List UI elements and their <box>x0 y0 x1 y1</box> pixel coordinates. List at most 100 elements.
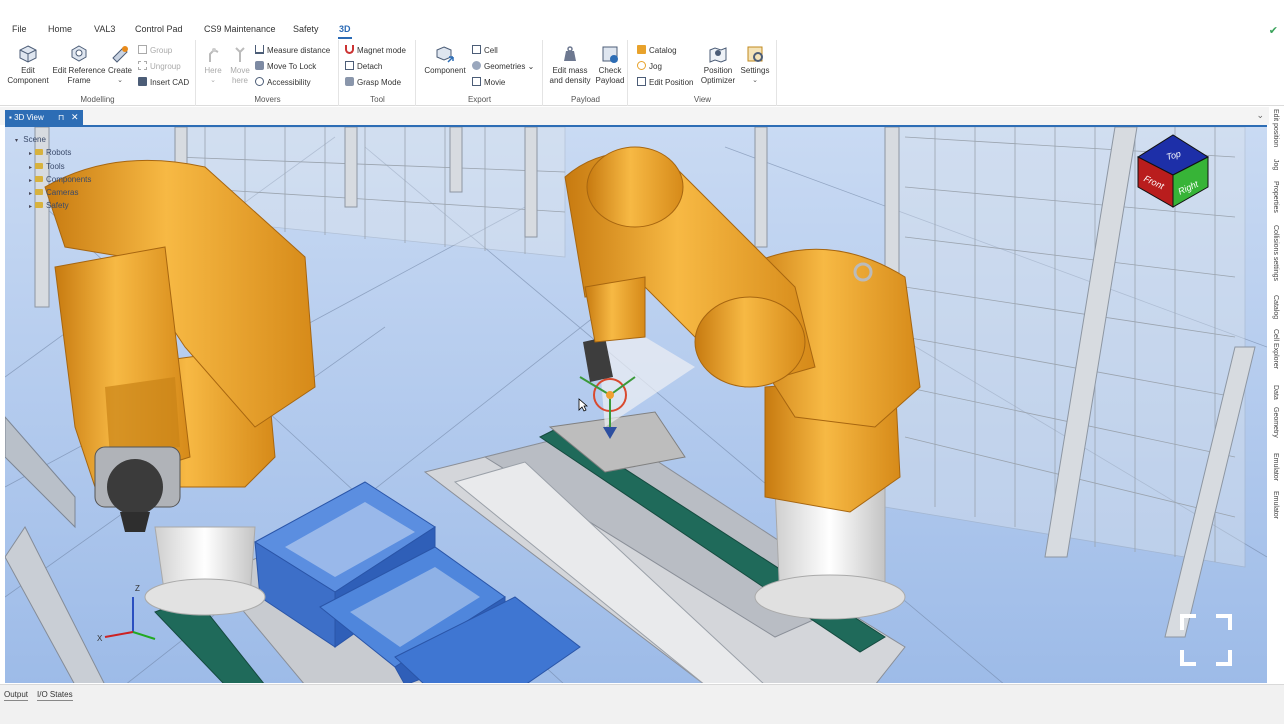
tab-3d-view-label: 3D View <box>14 113 44 122</box>
export-movie-button[interactable]: Movie <box>472 77 505 89</box>
3d-viewport[interactable]: Z X Top Front Right ▾ Scene ▸ Robots ▸ Too… <box>5 125 1267 683</box>
menu-tab-control-pad[interactable]: Control Pad <box>135 24 183 34</box>
menu-tab-3d[interactable]: 3D <box>338 24 352 39</box>
menu-tab-safety[interactable]: Safety <box>293 24 319 34</box>
reference-frame-icon <box>71 45 87 62</box>
caret-down-icon: ▾ <box>15 138 19 144</box>
rail-tab-emulator-2[interactable]: Emulator <box>1272 491 1279 519</box>
move-here-button[interactable]: Move here <box>227 44 253 86</box>
rail-tab-properties[interactable]: Properties <box>1272 181 1279 213</box>
rail-tab-catalog[interactable]: Catalog <box>1272 295 1279 319</box>
robot-here-icon <box>209 48 219 62</box>
scene-tree-item-label: Safety <box>46 201 69 211</box>
rail-tab-data[interactable]: Data <box>1272 385 1279 400</box>
cell-icon <box>472 45 481 54</box>
folder-icon <box>35 189 43 196</box>
rail-tab-collisions-settings[interactable]: Collisions settings <box>1272 225 1279 281</box>
export-geometries-label: Geometries <box>484 62 526 71</box>
jog-label: Jog <box>649 62 662 71</box>
edit-reference-frame-label: Edit Reference Frame <box>52 66 106 85</box>
edit-position-button[interactable]: Edit Position <box>637 77 693 89</box>
tab-io-states[interactable]: I/O States <box>37 690 73 701</box>
chevron-down-icon[interactable]: ⌄ <box>1256 110 1264 121</box>
export-cell-button[interactable]: Cell <box>472 45 498 57</box>
accessibility-icon <box>255 77 264 86</box>
accessibility-button[interactable]: Accessibility <box>255 77 311 89</box>
menu-tab-cs9-maintenance[interactable]: CS9 Maintenance <box>204 24 276 34</box>
folder-icon <box>35 162 43 169</box>
scene-tree-item-safety[interactable]: ▸ Safety <box>15 199 91 212</box>
scene-tree: ▾ Scene ▸ Robots ▸ Tools ▸ Components ▸ Came… <box>15 133 91 213</box>
settings-dropdown-icon: ⌄ <box>752 77 758 84</box>
menu-tab-file[interactable]: File <box>12 24 27 34</box>
export-cell-label: Cell <box>484 46 498 55</box>
move-here-label: Move here <box>230 66 250 85</box>
export-component-button[interactable]: Component <box>423 44 467 76</box>
weight-icon <box>564 46 576 61</box>
magnet-mode-button[interactable]: Magnet mode <box>345 45 406 57</box>
settings-button[interactable]: Settings ⌄ <box>737 44 773 86</box>
group-button[interactable]: Group <box>138 45 172 57</box>
move-to-lock-button[interactable]: Move To Lock <box>255 61 316 73</box>
measure-distance-button[interactable]: Measure distance <box>255 45 330 57</box>
tab-3d-view[interactable]: ▪ 3D View ⊓ ✕ <box>5 110 83 125</box>
here-button[interactable]: Here ⌄ <box>202 44 224 86</box>
payload-group-label: Payload <box>571 95 600 104</box>
group-icon <box>138 45 147 54</box>
edit-component-label: Edit Component <box>7 66 49 85</box>
settings-label: Settings <box>740 66 770 75</box>
close-icon[interactable]: ✕ <box>71 110 79 125</box>
export-component-label: Component <box>424 66 466 75</box>
export-component-icon <box>436 46 454 63</box>
fullscreen-icon[interactable] <box>1176 610 1236 670</box>
edit-reference-frame-button[interactable]: Edit Reference Frame <box>52 44 106 86</box>
jog-icon <box>637 61 646 70</box>
position-optimizer-label: Position Optimizer <box>700 66 736 85</box>
catalog-button[interactable]: Catalog <box>637 45 677 57</box>
edit-mass-button[interactable]: Edit mass and density <box>547 44 593 86</box>
ribbon-group-modelling: Edit Component Edit Reference Frame Crea… <box>0 40 196 106</box>
menu-bar: File Home VAL3 Control Pad CS9 Maintenan… <box>0 0 1284 40</box>
catalog-icon <box>637 45 646 54</box>
detach-button[interactable]: Detach <box>345 61 382 73</box>
group-label: Group <box>150 46 173 55</box>
menu-tab-home[interactable]: Home <box>48 24 72 34</box>
detach-icon <box>345 61 354 70</box>
ungroup-button[interactable]: Ungroup <box>138 61 181 73</box>
check-payload-icon <box>602 46 618 63</box>
edit-mass-label: Edit mass and density <box>549 66 591 85</box>
insert-cad-button[interactable]: Insert CAD <box>138 77 189 89</box>
folder-icon <box>35 202 43 209</box>
scene-tree-root[interactable]: ▾ Scene <box>15 133 91 146</box>
document-tab-bar: ▪ 3D View ⊓ ✕ <box>0 107 1284 125</box>
create-button[interactable]: Create ⌄ <box>106 44 134 86</box>
rail-tab-cell-explorer[interactable]: Cell Explorer <box>1272 329 1279 369</box>
menu-tab-val3[interactable]: VAL3 <box>94 24 115 34</box>
position-optimizer-button[interactable]: Position Optimizer <box>699 44 737 86</box>
rail-tab-jog[interactable]: Jog <box>1272 159 1279 170</box>
scene-tree-item-tools[interactable]: ▸ Tools <box>15 160 91 173</box>
tab-output[interactable]: Output <box>4 690 29 701</box>
ribbon-group-tool: Magnet mode Detach Grasp Mode Tool <box>340 40 416 106</box>
ribbon: Edit Component Edit Reference Frame Crea… <box>0 40 1284 106</box>
rail-tab-geometry[interactable]: Geometry <box>1272 407 1279 438</box>
export-geometries-button[interactable]: Geometries ⌄ <box>472 61 534 73</box>
map-pin-icon <box>709 47 727 63</box>
rail-tab-edit-position[interactable]: Edit position <box>1272 109 1279 147</box>
scene-tree-item-components[interactable]: ▸ Components <box>15 173 91 186</box>
3d-scene[interactable]: Z X Top Front Right <box>5 127 1267 683</box>
grasp-mode-label: Grasp Mode <box>357 78 402 87</box>
scene-tree-item-cameras[interactable]: ▸ Cameras <box>15 186 91 199</box>
ribbon-group-view: Catalog Jog Edit Position Position Optim… <box>629 40 777 106</box>
edit-component-button[interactable]: Edit Component <box>4 44 52 86</box>
check-payload-button[interactable]: Check Payload <box>594 44 626 86</box>
pin-icon[interactable]: ⊓ <box>58 110 64 125</box>
jog-button[interactable]: Jog <box>637 61 662 73</box>
scene-tree-item-label: Cameras <box>46 188 79 198</box>
move-to-lock-label: Move To Lock <box>267 62 317 71</box>
grasp-mode-button[interactable]: Grasp Mode <box>345 77 401 89</box>
rail-tab-emulator-1[interactable]: Emulator <box>1272 453 1279 481</box>
insert-cad-label: Insert CAD <box>150 78 190 87</box>
ribbon-group-export: Component Cell Geometries ⌄ Movie Export <box>417 40 543 106</box>
scene-tree-item-robots[interactable]: ▸ Robots <box>15 146 91 159</box>
